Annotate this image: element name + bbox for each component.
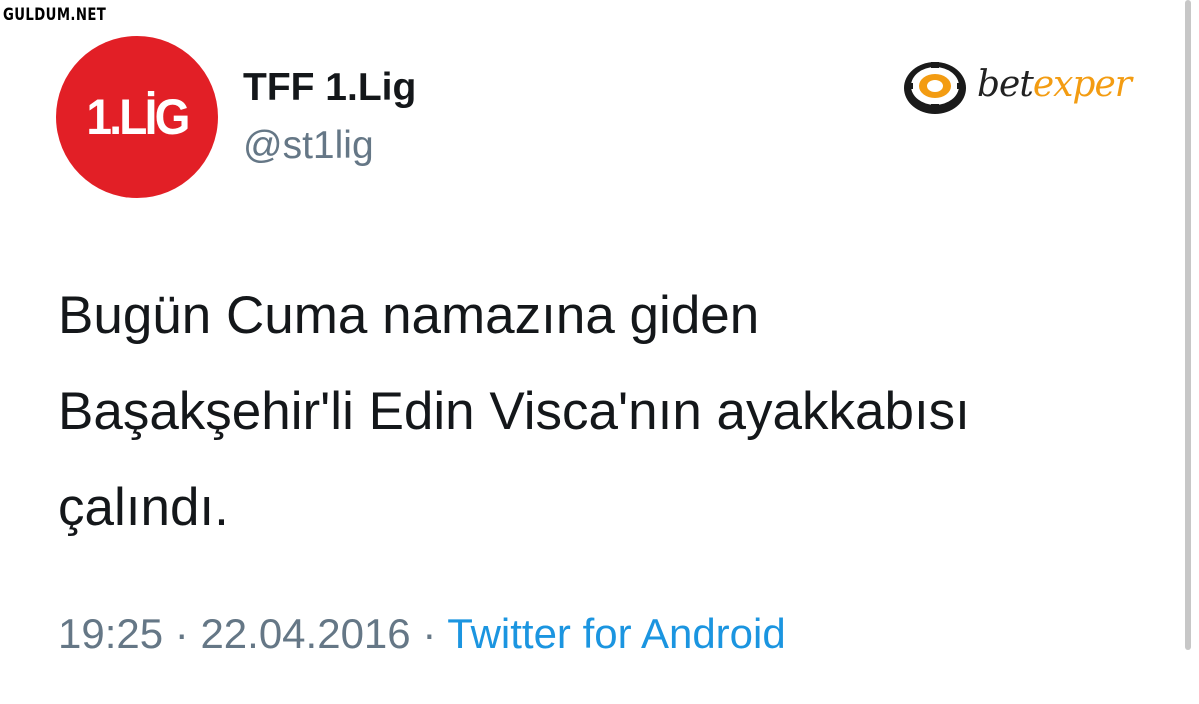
tweet-line: Başakşehir'li Edin Visca'nın ayakkabısı [58, 382, 970, 441]
avatar[interactable]: 1.LİG [56, 36, 218, 198]
tweet-text: Bugün Cuma namazına giden Başakşehir'li … [58, 268, 1148, 556]
tweet-source-link[interactable]: Twitter for Android [447, 610, 785, 657]
watermark-logo: GULDUM.NET [3, 5, 107, 25]
sponsor-brand-suffix: exper [1032, 64, 1132, 105]
avatar-logo-text: 1.LİG [86, 89, 190, 145]
poker-chip-icon [904, 62, 966, 114]
author-display-name[interactable]: TFF 1.Lig [243, 66, 416, 110]
tweet-line: çalındı. [58, 478, 229, 537]
scrollbar[interactable] [1185, 0, 1191, 650]
tweet-date[interactable]: 22.04.2016 [200, 610, 410, 657]
sponsor-logo: betexper [901, 56, 1161, 118]
sponsor-brand-text: betexper [977, 64, 1132, 105]
sponsor-brand-prefix: bet [977, 64, 1034, 105]
meta-separator: · [163, 610, 201, 657]
meta-separator: · [410, 610, 448, 657]
tweet-time[interactable]: 19:25 [58, 610, 163, 657]
tweet-meta: 19:25 · 22.04.2016 · Twitter for Android [58, 610, 786, 658]
author-handle[interactable]: @st1lig [243, 124, 374, 168]
tweet-line: Bugün Cuma namazına giden [58, 286, 760, 345]
